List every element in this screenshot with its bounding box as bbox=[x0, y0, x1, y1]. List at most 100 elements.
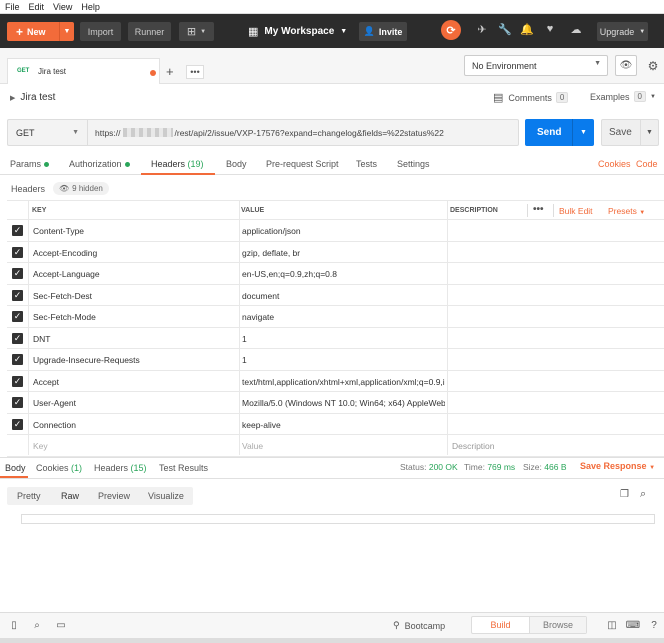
row-checkbox[interactable]: ✓ bbox=[12, 246, 23, 258]
console-icon[interactable]: ▭ bbox=[54, 618, 68, 632]
chevron-down-icon[interactable]: ▼ bbox=[572, 119, 594, 146]
copy-icon[interactable]: ❐ bbox=[620, 489, 629, 500]
method-select[interactable]: GET ▼ bbox=[7, 119, 87, 146]
row-checkbox[interactable]: ✓ bbox=[12, 418, 23, 430]
comments-button[interactable]: ▤ Comments 0 bbox=[493, 91, 569, 104]
request-name[interactable]: ▶ Jira test bbox=[10, 92, 55, 103]
sync-icon[interactable]: ⟳ bbox=[441, 20, 461, 40]
gear-icon[interactable]: ⚙ bbox=[643, 55, 663, 76]
header-key[interactable]: Upgrade-Insecure-Requests bbox=[33, 355, 140, 365]
header-value[interactable]: Mozilla/5.0 (Windows NT 10.0; Win64; x64… bbox=[242, 398, 445, 408]
code-link[interactable]: Code bbox=[636, 159, 658, 169]
description-input[interactable]: Description bbox=[452, 441, 495, 451]
header-key[interactable]: Accept-Encoding bbox=[33, 248, 97, 258]
hidden-headers-toggle[interactable]: 👁 9 hidden bbox=[53, 182, 109, 195]
request-tab[interactable]: GET Jira test bbox=[7, 58, 160, 84]
header-value[interactable]: gzip, deflate, br bbox=[242, 248, 445, 258]
row-checkbox[interactable]: ✓ bbox=[12, 289, 23, 301]
environment-quick-look-button[interactable]: 👁 bbox=[615, 55, 637, 76]
workspace-switcher[interactable]: ▦ My Workspace ▼ bbox=[248, 22, 347, 41]
invite-button[interactable]: 👤 Invite bbox=[359, 22, 407, 41]
save-button[interactable]: Save ▼ bbox=[601, 119, 659, 146]
header-key[interactable]: Accept bbox=[33, 377, 59, 387]
menu-file[interactable]: File bbox=[5, 2, 20, 12]
chevron-down-icon[interactable]: ▼ bbox=[59, 22, 74, 41]
tab-params[interactable]: Params bbox=[10, 159, 50, 169]
avatar[interactable]: ☁ bbox=[569, 22, 583, 36]
import-button[interactable]: Import bbox=[80, 22, 121, 41]
bell-icon[interactable]: 🔔 bbox=[520, 22, 534, 36]
url-input[interactable]: https:// /rest/api/2/issue/VXP-17576?exp… bbox=[87, 119, 519, 146]
header-value[interactable]: application/json bbox=[242, 226, 445, 236]
runner-button[interactable]: Runner bbox=[128, 22, 171, 41]
menu-help[interactable]: Help bbox=[81, 2, 100, 12]
key-input[interactable]: Key bbox=[33, 441, 48, 451]
header-value[interactable]: keep-alive bbox=[242, 420, 445, 430]
header-value[interactable]: document bbox=[242, 291, 445, 301]
format-raw[interactable]: Raw bbox=[61, 491, 79, 501]
upgrade-button[interactable]: Upgrade ▼ bbox=[597, 22, 648, 41]
build-mode-button[interactable]: Build bbox=[472, 617, 529, 633]
header-value[interactable]: text/html,application/xhtml+xml,applicat… bbox=[242, 377, 445, 387]
header-key[interactable]: User-Agent bbox=[33, 398, 76, 408]
header-key[interactable]: Connection bbox=[33, 420, 76, 430]
response-body-area[interactable] bbox=[21, 514, 655, 524]
row-checkbox[interactable]: ✓ bbox=[12, 354, 23, 365]
wrench-icon[interactable]: 🔧 bbox=[498, 22, 512, 36]
browse-mode-button[interactable]: Browse bbox=[529, 617, 586, 633]
row-checkbox[interactable]: ✓ bbox=[12, 375, 23, 387]
presets-button[interactable]: Presets ▼ bbox=[608, 206, 645, 216]
menu-edit[interactable]: Edit bbox=[29, 2, 45, 12]
header-value[interactable]: 1 bbox=[242, 334, 445, 344]
format-pretty[interactable]: Pretty bbox=[17, 491, 41, 501]
row-checkbox[interactable]: ✓ bbox=[12, 397, 23, 408]
more-options-button[interactable]: ••• bbox=[533, 204, 544, 215]
header-key[interactable]: DNT bbox=[33, 334, 50, 344]
examples-button[interactable]: Examples 0 ▼ bbox=[590, 91, 656, 102]
tab-pre-request-script[interactable]: Pre-request Script bbox=[266, 159, 339, 169]
header-value[interactable]: en-US,en;q=0.9,zh;q=0.8 bbox=[242, 269, 445, 279]
help-icon[interactable]: ? bbox=[647, 618, 661, 632]
tab-tests[interactable]: Tests bbox=[356, 159, 377, 169]
environment-select[interactable]: No Environment ▼ bbox=[464, 55, 608, 76]
search-icon[interactable]: ⌕ bbox=[640, 488, 646, 501]
row-checkbox[interactable]: ✓ bbox=[12, 225, 23, 236]
menu-view[interactable]: View bbox=[53, 2, 72, 12]
heart-icon[interactable]: ♥ bbox=[543, 22, 557, 36]
header-value[interactable]: 1 bbox=[242, 355, 445, 365]
format-preview[interactable]: Preview bbox=[98, 491, 130, 501]
send-button[interactable]: Send ▼ bbox=[525, 119, 594, 146]
find-icon[interactable]: ⌕ bbox=[30, 618, 44, 632]
bulk-edit-button[interactable]: Bulk Edit bbox=[559, 206, 593, 216]
more-tabs-button[interactable]: ••• bbox=[186, 65, 204, 79]
keyboard-icon[interactable]: ⌨ bbox=[626, 618, 640, 632]
header-key[interactable]: Sec-Fetch-Dest bbox=[33, 291, 92, 301]
new-button[interactable]: + New ▼ bbox=[7, 22, 74, 41]
row-checkbox[interactable]: ✓ bbox=[12, 311, 23, 322]
tab-settings[interactable]: Settings bbox=[397, 159, 430, 169]
header-key[interactable]: Sec-Fetch-Mode bbox=[33, 312, 96, 322]
format-visualize[interactable]: Visualize bbox=[148, 491, 184, 501]
add-tab-button[interactable]: + bbox=[166, 64, 174, 79]
tab-response-body[interactable]: Body bbox=[5, 463, 26, 473]
new-window-button[interactable]: ⊞ ▼ bbox=[179, 22, 214, 41]
bootcamp-button[interactable]: ⚲ Bootcamp bbox=[393, 620, 445, 631]
tab-authorization[interactable]: Authorization bbox=[69, 159, 130, 169]
chevron-down-icon[interactable]: ▼ bbox=[640, 120, 658, 145]
value-input[interactable]: Value bbox=[242, 441, 445, 451]
save-response-button[interactable]: Save Response ▼ bbox=[580, 461, 655, 471]
row-checkbox[interactable]: ✓ bbox=[12, 332, 23, 344]
header-value[interactable]: navigate bbox=[242, 312, 445, 322]
tab-body[interactable]: Body bbox=[226, 159, 247, 169]
tab-headers[interactable]: Headers (19) bbox=[151, 159, 204, 169]
row-checkbox[interactable]: ✓ bbox=[12, 268, 23, 279]
tab-response-headers[interactable]: Headers (15) bbox=[94, 463, 147, 473]
header-key[interactable]: Accept-Language bbox=[33, 269, 100, 279]
cookies-link[interactable]: Cookies bbox=[598, 159, 631, 169]
tab-response-cookies[interactable]: Cookies (1) bbox=[36, 463, 82, 473]
satellite-icon[interactable]: ✈ bbox=[475, 22, 489, 36]
sidebar-toggle-icon[interactable]: ▯ bbox=[7, 618, 21, 632]
tab-test-results[interactable]: Test Results bbox=[159, 463, 208, 473]
header-key[interactable]: Content-Type bbox=[33, 226, 84, 236]
horizontal-scrollbar[interactable] bbox=[0, 638, 664, 643]
